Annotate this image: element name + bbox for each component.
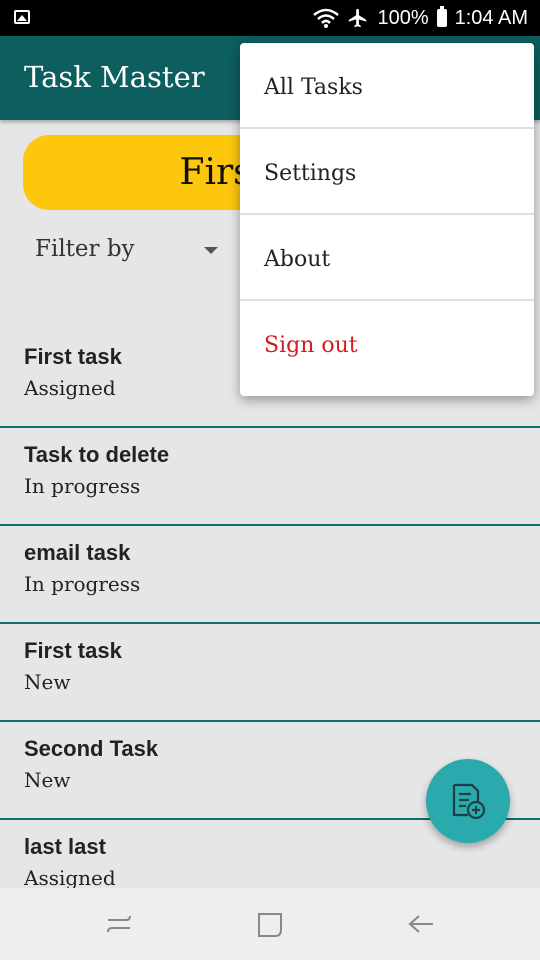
task-title: Task to delete [24,442,170,467]
task-item[interactable]: email task In progress [0,526,540,624]
gallery-icon [14,10,30,24]
overflow-menu: All Tasks Settings About Sign out [240,43,534,396]
menu-item-label: Sign out [264,333,358,358]
airplane-icon [349,8,367,28]
status-bar: 100% 1:04 AM [0,0,540,36]
app-title: Task Master [24,60,205,94]
task-title: Second Task [24,736,159,761]
task-item[interactable]: Task to delete In progress [0,428,540,526]
task-status: Assigned [24,866,116,890]
task-item[interactable]: First task New [0,624,540,722]
filter-label: Filter by [35,236,135,262]
menu-item-sign-out[interactable]: Sign out [240,301,534,387]
task-status: New [24,768,71,792]
task-status: In progress [24,474,141,498]
task-title: email task [24,540,131,565]
task-title: First task [24,638,122,663]
task-status: In progress [24,572,141,596]
status-icons: 100% 1:04 AM [313,0,528,36]
menu-item-settings[interactable]: Settings [240,129,534,215]
home-icon[interactable] [254,908,286,940]
menu-item-label: About [264,247,331,272]
menu-item-label: Settings [264,161,357,186]
task-status: New [24,670,71,694]
dropdown-arrow-icon [204,247,218,254]
battery-percent: 100% [377,6,429,29]
menu-item-about[interactable]: About [240,215,534,301]
back-icon[interactable] [405,908,437,940]
filter-dropdown[interactable]: Filter by [35,236,225,270]
clock: 1:04 AM [454,6,528,29]
task-title: last last [24,834,106,859]
task-status: Assigned [24,376,116,400]
add-task-fab[interactable] [426,759,510,843]
task-title: First task [24,344,122,369]
add-note-icon [452,783,486,820]
battery-icon [436,6,447,27]
menu-item-all-tasks[interactable]: All Tasks [240,43,534,129]
menu-item-label: All Tasks [264,75,363,100]
system-nav-bar [0,888,540,960]
recents-icon[interactable] [102,908,134,940]
wifi-icon [313,8,340,28]
